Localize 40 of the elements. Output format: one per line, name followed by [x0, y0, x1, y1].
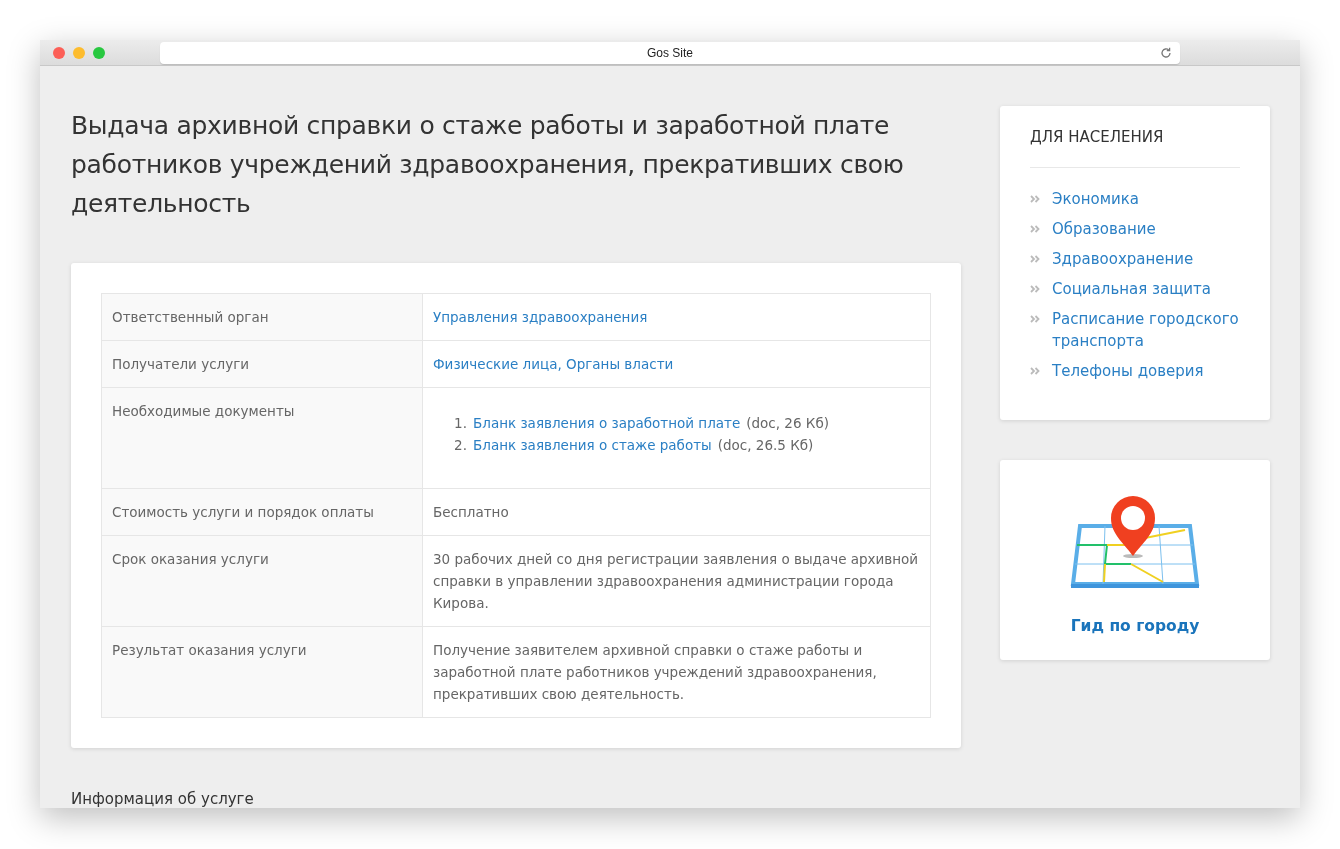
- sidebar-link[interactable]: Образование: [1052, 218, 1156, 240]
- service-link[interactable]: Физические лица, Органы власти: [433, 356, 674, 372]
- city-guide-card[interactable]: Гид по городу: [1000, 460, 1270, 660]
- close-button[interactable]: [53, 46, 65, 59]
- chevron-icon: [1030, 195, 1040, 203]
- chevron-icon: [1030, 285, 1040, 293]
- window-title: Gos Site: [647, 45, 693, 60]
- chevron-icon: [1030, 225, 1040, 233]
- table-cell: Результат оказания услуги: [101, 626, 423, 718]
- table-cell: Бесплатно: [433, 504, 509, 520]
- document-link[interactable]: Бланк заявления о стаже работы: [473, 434, 712, 456]
- chevron-icon: [1030, 315, 1040, 323]
- chevron-icon: [1030, 367, 1040, 375]
- sidebar-link[interactable]: Расписание городского транспорта: [1052, 308, 1240, 352]
- table-cell: Ответственный орган: [101, 293, 423, 341]
- document-link[interactable]: Бланк заявления о заработной плате: [473, 412, 741, 434]
- minimize-button[interactable]: [73, 46, 85, 59]
- table-cell: Необходимые документы: [101, 387, 423, 489]
- sidebar-link[interactable]: Телефоны доверия: [1052, 360, 1204, 382]
- chevron-icon: [1030, 255, 1040, 263]
- table-cell: 30 рабочих дней со дня регистрации заявления о выдаче архивной справки в управлении здравоохранения администрации города Кирова.: [433, 551, 919, 611]
- address-bar[interactable]: Gos Site: [160, 41, 1180, 64]
- city-guide-link[interactable]: Гид по городу: [1070, 617, 1200, 635]
- zoom-button[interactable]: [93, 46, 105, 59]
- reload-icon[interactable]: [1160, 46, 1172, 59]
- list-number: 2.: [453, 436, 467, 455]
- page-title: Выдача архивной справки о стаже работы и заработной плате работников учреждений здравоохранения, прекративших свою деятельность: [71, 110, 905, 220]
- table-cell: Стоимость услуги и порядок оплаты: [101, 488, 423, 536]
- sidebar-link[interactable]: Здравоохранение: [1052, 248, 1194, 270]
- file-info: (doc, 26 Кб): [746, 414, 829, 433]
- service-link[interactable]: Управления здравоохранения: [433, 309, 648, 325]
- footer-text: Информация об услуге: [71, 790, 255, 808]
- table-cell: Получение заявителем архивной справки о стаже работы и заработной плате работников учреждений здравоохранения, прекративших свою деятельность.: [433, 642, 877, 702]
- table-cell: Получатели услуги: [101, 340, 423, 388]
- table-cell: Срок оказания услуги: [101, 535, 423, 627]
- sidebar-title: ДЛЯ НАСЕЛЕНИЯ: [1030, 127, 1165, 148]
- file-info: (doc, 26.5 Кб): [717, 436, 814, 455]
- list-number: 1.: [453, 414, 467, 433]
- sidebar-link[interactable]: Социальная защита: [1052, 278, 1211, 300]
- sidebar-link[interactable]: Экономика: [1052, 188, 1139, 210]
